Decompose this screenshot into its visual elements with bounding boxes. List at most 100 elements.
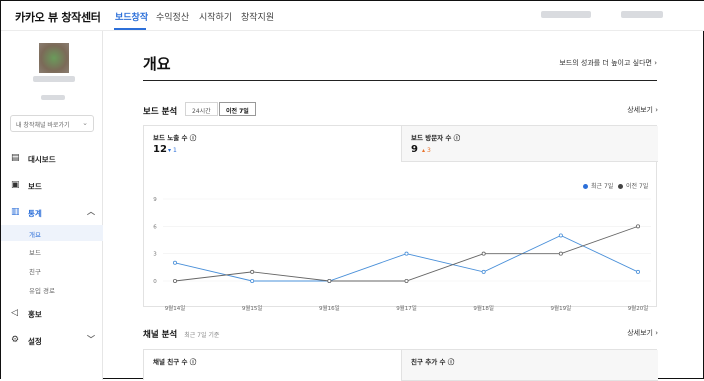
sidebar-item-stats[interactable]: ▥ 통계 ︿ <box>1 205 103 223</box>
channel-detail-link[interactable]: 상세보기 › <box>627 328 658 338</box>
metric-label-text: 보드 방문자 수 <box>411 134 452 142</box>
segment-prev-7days[interactable]: 이전 7일 <box>219 102 256 116</box>
megaphone-icon: ◁ <box>11 308 18 318</box>
metric-delta: ▾ 1 <box>168 147 177 154</box>
blurred-channel-name <box>33 76 75 82</box>
data-point <box>635 224 640 229</box>
sidebar: 내 창작채널 바로가기 ⌄ ▤ 대시보드 ▣ 보드 ▥ 통계 ︿ 개요 보드 친… <box>1 31 103 380</box>
nav-revenue[interactable]: 수익정산 <box>156 10 189 23</box>
chevron-up-icon: ︿ <box>87 207 95 216</box>
main-content: 개요 보드의 성과를 더 높이고 싶다면 › 보드 분석 24시간 이전 7일 … <box>104 31 704 381</box>
board-detail-link[interactable]: 상세보기 › <box>627 105 658 115</box>
data-point <box>327 279 332 284</box>
data-point <box>250 269 255 274</box>
legend-label: 최근 7일 <box>591 183 614 190</box>
metric-friend-adds[interactable]: 친구 추가 수 ⓘ <box>401 350 658 381</box>
board-detail-label: 상세보기 <box>627 106 653 114</box>
data-point <box>481 251 486 256</box>
sidebar-subitem-board[interactable]: 보드 <box>1 243 103 259</box>
metric-label-text: 친구 추가 수 <box>411 358 446 366</box>
arrow-down-icon: ▾ <box>168 147 172 154</box>
metric-label: 친구 추가 수 ⓘ <box>411 356 454 366</box>
sidebar-item-board[interactable]: ▣ 보드 <box>1 178 103 196</box>
metric-board-impressions[interactable]: 보드 노출 수 ⓘ 12 ▾ 1 <box>144 126 401 162</box>
sidebar-subitem-label: 보드 <box>29 249 41 257</box>
data-point <box>404 279 409 284</box>
sidebar-subitem-overview[interactable]: 개요 <box>1 225 103 241</box>
metric-channel-friends[interactable]: 채널 친구 수 ⓘ <box>144 350 401 381</box>
x-tick-label: 9월17일 <box>396 304 417 312</box>
help-icon[interactable]: ⓘ <box>190 134 197 142</box>
active-nav-indicator <box>114 28 146 30</box>
sidebar-item-settings[interactable]: ⚙ 설정 ﹀ <box>1 333 103 351</box>
metric-delta: ▴ 3 <box>422 147 431 154</box>
top-navigation-bar: 카카오 뷰 창작센터 보드창작 수익정산 시작하기 창작지원 <box>1 1 704 31</box>
stats-icon: ▥ <box>11 207 20 217</box>
nav-board-create[interactable]: 보드창작 <box>115 10 148 23</box>
sidebar-item-label: 홍보 <box>28 310 42 319</box>
sidebar-item-label: 통계 <box>28 209 42 218</box>
sidebar-item-label: 보드 <box>28 182 42 191</box>
metric-delta-value: 3 <box>426 147 431 154</box>
chevron-right-icon: › <box>654 59 657 67</box>
channel-analysis-title: 채널 분석 최근 7일 기준 <box>143 328 219 340</box>
blurred-channel-id <box>41 95 65 100</box>
help-icon[interactable]: ⓘ <box>454 134 461 142</box>
metric-board-visitors[interactable]: 보드 방문자 수 ⓘ 9 ▴ 3 <box>401 126 658 162</box>
sidebar-subitem-label: 친구 <box>29 268 41 276</box>
nav-get-started[interactable]: 시작하기 <box>199 10 232 23</box>
data-point <box>558 233 563 238</box>
data-point <box>635 269 640 274</box>
app-logo[interactable]: 카카오 뷰 창작센터 <box>15 9 101 25</box>
blurred-user-menu[interactable] <box>621 11 663 18</box>
data-point <box>481 269 486 274</box>
chevron-right-icon: › <box>655 329 658 337</box>
blurred-account-info <box>541 11 591 18</box>
metric-delta-value: 1 <box>172 147 177 154</box>
data-point <box>172 260 177 265</box>
title-divider <box>143 80 657 81</box>
sidebar-item-promotion[interactable]: ◁ 홍보 <box>1 306 103 324</box>
x-tick-label: 9월18일 <box>473 304 494 312</box>
y-tick-label: 3 <box>153 252 157 258</box>
sidebar-item-label: 설정 <box>28 337 42 346</box>
series-line-recent <box>174 234 639 282</box>
arrow-up-icon: ▴ <box>422 147 426 154</box>
y-tick-label: 9 <box>153 197 157 203</box>
legend-dot <box>583 184 588 189</box>
channel-analysis-title-text: 채널 분석 <box>143 330 178 340</box>
help-icon[interactable]: ⓘ <box>448 358 455 366</box>
metric-label: 보드 방문자 수 ⓘ <box>411 132 460 142</box>
channel-select-label: 내 창작채널 바로가기 <box>16 122 70 129</box>
data-point <box>404 251 409 256</box>
performance-tip-link[interactable]: 보드의 성과를 더 높이고 싶다면 › <box>559 58 657 68</box>
data-point <box>250 279 255 284</box>
dashboard-icon: ▤ <box>11 153 20 163</box>
performance-tip-label: 보드의 성과를 더 높이고 싶다면 <box>559 59 652 67</box>
board-trend-chart: 0 3 6 9 9월14일 9월15일 9월16일 9월17일 9월18일 9월19일 9월20일 <box>153 197 651 312</box>
sidebar-subitem-friends[interactable]: 친구 <box>1 262 103 278</box>
metric-value: 9 <box>411 144 418 155</box>
channel-analysis-subtitle: 최근 7일 기준 <box>184 332 220 339</box>
channel-select[interactable]: 내 창작채널 바로가기 ⌄ <box>10 115 94 132</box>
x-tick-label: 9월15일 <box>242 304 263 312</box>
metric-value: 12 <box>153 144 167 155</box>
legend-recent: 최근 7일 <box>583 181 613 190</box>
x-tick-label: 9월20일 <box>628 304 649 312</box>
sidebar-item-dashboard[interactable]: ▤ 대시보드 <box>1 151 103 169</box>
legend-previous: 이전 7일 <box>618 181 648 190</box>
segment-24h[interactable]: 24시간 <box>185 102 218 116</box>
sidebar-item-label: 대시보드 <box>28 155 56 164</box>
y-tick-label: 0 <box>153 279 157 285</box>
x-tick-label: 9월16일 <box>319 304 340 312</box>
sidebar-subitem-label: 개요 <box>29 231 41 239</box>
sidebar-subitem-inflow[interactable]: 유입 경로 <box>1 281 103 297</box>
data-point <box>172 279 177 284</box>
nav-creator-support[interactable]: 창작지원 <box>241 10 274 23</box>
y-tick-label: 6 <box>153 224 157 230</box>
chevron-down-icon: ﹀ <box>87 335 95 344</box>
help-icon[interactable]: ⓘ <box>190 358 197 366</box>
x-tick-label: 9월19일 <box>551 304 572 312</box>
chevron-right-icon: › <box>655 106 658 114</box>
x-tick-label: 9월14일 <box>165 304 186 312</box>
